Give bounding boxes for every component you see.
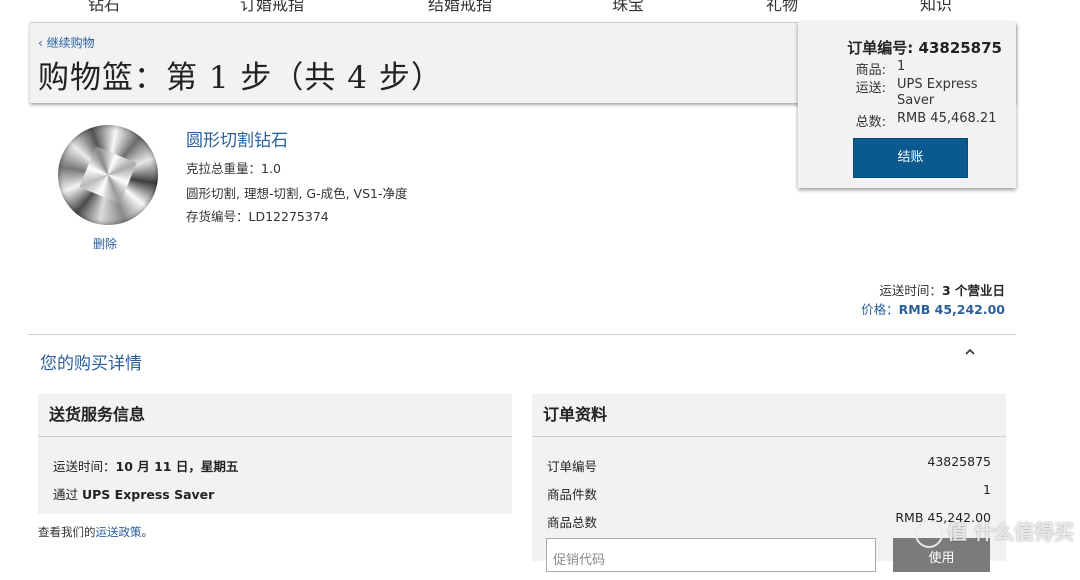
carat-value: 1.0: [261, 161, 281, 176]
item-count-label: 商品件数: [547, 487, 598, 502]
nav-item-knowledge[interactable]: 知识: [920, 0, 952, 14]
shipping-method-value: UPS Express Saver: [81, 487, 215, 502]
carat-label: 克拉总重量：: [186, 161, 262, 176]
top-nav: 钻石 订婚戒指 结婚戒指 珠宝 礼物 知识: [0, 0, 1080, 14]
product-description: 圆形切割, 理想-切割, G-成色, VS1-净度: [186, 186, 408, 201]
price-value: RMB 45,242.00: [898, 302, 1005, 317]
watermark-text: 值 什么值得买: [947, 520, 1074, 544]
diamond-image[interactable]: [58, 125, 158, 225]
nav-item-engagement-rings[interactable]: 订婚戒指: [240, 0, 304, 14]
page-title: 购物篮：第 1 步（共 4 步）: [38, 60, 443, 96]
purchase-details-heading[interactable]: 您的购买详情: [40, 349, 142, 374]
policy-suffix: 。: [141, 525, 154, 539]
sku-label: 存货编号：: [186, 209, 249, 224]
chevron-up-icon[interactable]: [963, 346, 977, 361]
nav-item-wedding-rings[interactable]: 结婚戒指: [428, 0, 492, 14]
promo-code-input[interactable]: [546, 538, 876, 572]
shipping-info-panel: 送货服务信息 运送时间：10 月 11 日，星期五 通过 UPS Express…: [38, 394, 512, 514]
watermark-badge-icon: [915, 519, 943, 548]
shipping-policy-link[interactable]: 运送政策: [96, 525, 142, 539]
delivery-time-label: 运送时间：: [879, 283, 942, 298]
summary-shipping-value: UPS Express Saver: [897, 77, 978, 108]
delivery-time-value: 3 个营业日: [941, 283, 1005, 298]
product-sku: 存货编号：LD12275374: [186, 206, 329, 225]
shipping-policy-note: 查看我们的运送政策。: [38, 524, 153, 540]
order-number-value: 43825875: [927, 454, 991, 469]
section-divider: [28, 334, 1016, 335]
summary-items-label: 商品:: [855, 63, 886, 78]
policy-prefix: 查看我们的: [38, 525, 96, 539]
shipping-date-value: 10 月 11 日，星期五: [115, 459, 239, 474]
summary-total-label: 总数:: [855, 115, 886, 130]
order-number: 订单编号: 43825875: [847, 39, 1002, 57]
shipping-date: 运送时间：10 月 11 日，星期五: [53, 456, 238, 475]
shipping-panel-title: 送货服务信息: [38, 394, 512, 437]
summary-total-value: RMB 45,468.21: [897, 111, 997, 126]
sku-value: LD12275374: [248, 209, 329, 224]
checkout-button[interactable]: 结账: [853, 138, 968, 178]
item-count-value: 1: [983, 482, 991, 497]
nav-item-jewelry[interactable]: 珠宝: [612, 0, 644, 14]
nav-item-diamonds[interactable]: 钻石: [88, 0, 120, 14]
delivery-time: 运送时间：3 个营业日: [879, 280, 1005, 299]
item-total-label: 商品总数: [547, 515, 598, 530]
order-summary-box: 订单编号: 43825875 商品: 1 运送: UPS Express Sav…: [798, 22, 1016, 188]
remove-link[interactable]: 删除: [93, 235, 117, 252]
summary-shipping-label: 运送:: [855, 81, 886, 96]
order-panel-title: 订单资料: [532, 394, 1006, 437]
item-price: 价格：RMB 45,242.00: [861, 299, 1005, 318]
nav-item-gifts[interactable]: 礼物: [766, 0, 798, 14]
order-number-label: 订单编号: [547, 459, 598, 474]
summary-items-value: 1: [897, 59, 906, 74]
watermark: 值 什么值得买: [915, 516, 1074, 548]
shipping-method: 通过 UPS Express Saver: [53, 484, 214, 503]
product-name-link[interactable]: 圆形切割钻石: [186, 126, 288, 151]
shipping-date-label: 运送时间：: [53, 459, 116, 474]
product-carat: 克拉总重量：1.0: [186, 158, 281, 177]
price-label: 价格：: [861, 302, 899, 317]
shipping-method-prefix: 通过: [53, 487, 82, 502]
continue-shopping-link[interactable]: ‹ 继续购物: [38, 34, 95, 51]
